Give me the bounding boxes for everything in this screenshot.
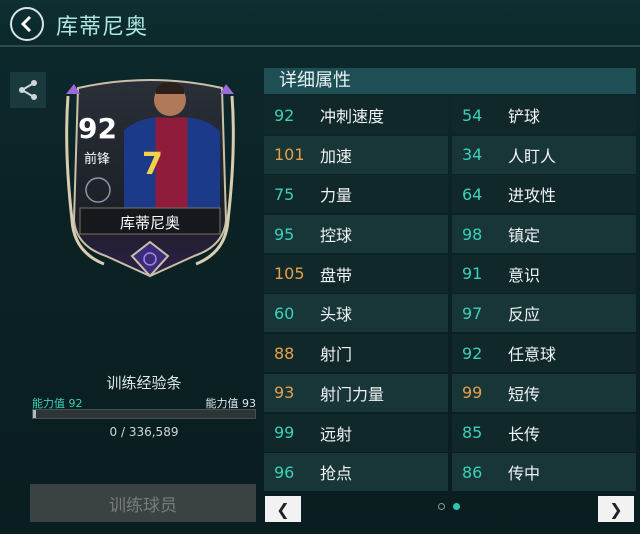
attribute-value: 75 <box>274 184 295 204</box>
attribute-value: 88 <box>274 343 295 363</box>
page-dot-1[interactable] <box>438 503 445 510</box>
prev-page-button[interactable]: ❮ <box>265 496 301 522</box>
attribute-cell: 75 力量 <box>264 175 448 214</box>
train-player-button[interactable]: 训练球员 <box>30 484 256 522</box>
attribute-value: 101 <box>274 145 305 165</box>
attribute-cell: 93 射门力量 <box>264 373 448 412</box>
attribute-value: 99 <box>462 383 483 403</box>
share-icon <box>19 80 37 100</box>
attribute-row: 99 远射 85 长传 <box>264 413 636 454</box>
xp-progress-fill <box>33 410 36 418</box>
attribute-name: 镇定 <box>508 226 541 246</box>
attribute-name: 远射 <box>320 424 353 444</box>
attribute-value: 92 <box>274 105 295 125</box>
attribute-name: 任意球 <box>508 345 557 365</box>
attribute-name: 进攻性 <box>508 186 557 206</box>
attribute-value: 97 <box>462 303 483 323</box>
xp-progress-count: 0 / 336,589 <box>109 425 179 439</box>
attribute-value: 95 <box>274 224 295 244</box>
attribute-row: 96 抢点 86 传中 <box>264 453 636 493</box>
attribute-cell: 92 冲刺速度 <box>264 96 448 134</box>
card-frame-graphic: 7 <box>65 79 235 278</box>
player-rating: 92 <box>78 112 117 145</box>
attribute-cell: 85 长传 <box>452 413 636 452</box>
header-divider <box>0 45 640 47</box>
attribute-name: 冲刺速度 <box>320 107 385 126</box>
attribute-cell: 105 盘带 <box>264 254 448 293</box>
attribute-cell: 34 人盯人 <box>452 135 636 174</box>
attribute-cell: 101 加速 <box>264 135 448 174</box>
attribute-name: 加速 <box>320 146 353 166</box>
attribute-name: 抢点 <box>320 464 353 484</box>
attribute-cell: 96 抢点 <box>264 453 448 492</box>
attribute-name: 铲球 <box>508 107 541 126</box>
share-button[interactable] <box>10 72 46 108</box>
attribute-value: 86 <box>462 462 483 482</box>
attributes-panel: 详细属性 92 冲刺速度 54 铲球 101 加速 34 人盯人 75 力量 64 进攻性 95 控球 98… <box>264 68 636 496</box>
attribute-value: 85 <box>462 423 483 442</box>
page-title: 库蒂尼奥 <box>56 15 149 40</box>
player-name: 库蒂尼奥 <box>119 214 180 232</box>
attribute-name: 反应 <box>508 305 541 325</box>
attribute-value: 99 <box>274 423 295 442</box>
attribute-cell: 92 任意球 <box>452 334 636 373</box>
attribute-value: 96 <box>274 462 295 482</box>
attribute-row: 95 控球 98 镇定 <box>264 215 636 255</box>
jersey-number: 7 <box>142 147 163 182</box>
attribute-cell: 98 镇定 <box>452 215 636 254</box>
attribute-name: 短传 <box>508 384 541 404</box>
attribute-value: 93 <box>274 383 295 403</box>
attribute-value: 64 <box>462 184 483 204</box>
attribute-cell: 95 控球 <box>264 215 448 254</box>
page-dot-2[interactable] <box>453 503 460 510</box>
attribute-name: 盘带 <box>320 265 353 285</box>
attribute-name: 控球 <box>320 226 353 246</box>
attribute-value: 92 <box>462 343 483 363</box>
player-position: 前锋 <box>84 152 111 167</box>
attribute-cell: 99 短传 <box>452 373 636 412</box>
chevron-left-icon <box>20 16 32 32</box>
attribute-cell: 86 传中 <box>452 453 636 492</box>
attribute-row: 93 射门力量 99 短传 <box>264 373 636 414</box>
chevron-right-icon: ❯ <box>609 499 623 519</box>
attribute-value: 60 <box>274 303 295 323</box>
attributes-title: 详细属性 <box>264 68 636 94</box>
attribute-name: 射门力量 <box>320 384 385 404</box>
attribute-name: 力量 <box>320 186 353 206</box>
attribute-name: 头球 <box>320 305 353 325</box>
back-button[interactable] <box>10 7 44 41</box>
attributes-grid: 92 冲刺速度 54 铲球 101 加速 34 人盯人 75 力量 64 进攻性 95 控球 98 镇定 105… <box>264 96 636 493</box>
attribute-name: 长传 <box>508 424 541 444</box>
attribute-row: 101 加速 34 人盯人 <box>264 135 636 176</box>
attribute-value: 54 <box>462 105 483 125</box>
attribute-name: 意识 <box>508 265 541 285</box>
attribute-value: 105 <box>274 264 305 284</box>
attribute-cell: 54 铲球 <box>452 96 636 134</box>
attribute-cell: 99 远射 <box>264 413 448 452</box>
page-indicator <box>438 503 460 510</box>
attribute-value: 34 <box>462 145 483 165</box>
attribute-row: 88 射门 92 任意球 <box>264 334 636 374</box>
xp-progress-bar <box>32 409 256 419</box>
attribute-row: 105 盘带 91 意识 <box>264 254 636 295</box>
next-page-button[interactable]: ❯ <box>598 496 634 522</box>
attribute-name: 射门 <box>320 345 353 365</box>
attribute-cell: 91 意识 <box>452 254 636 293</box>
training-xp-label: 训练经验条 <box>106 374 182 392</box>
attribute-name: 传中 <box>508 464 541 484</box>
attribute-row: 60 头球 97 反应 <box>264 294 636 334</box>
attribute-row: 75 力量 64 进攻性 <box>264 175 636 215</box>
attribute-name: 人盯人 <box>508 146 557 166</box>
attribute-value: 98 <box>462 224 483 244</box>
chevron-left-icon: ❮ <box>276 499 290 519</box>
attribute-cell: 88 射门 <box>264 334 448 373</box>
player-card[interactable]: 7 92 前锋 库蒂尼奥 <box>64 70 236 284</box>
attribute-row: 92 冲刺速度 54 铲球 <box>264 96 636 136</box>
attribute-cell: 97 反应 <box>452 294 636 333</box>
attribute-cell: 60 头球 <box>264 294 448 333</box>
attribute-cell: 64 进攻性 <box>452 175 636 214</box>
attribute-value: 91 <box>462 264 483 284</box>
